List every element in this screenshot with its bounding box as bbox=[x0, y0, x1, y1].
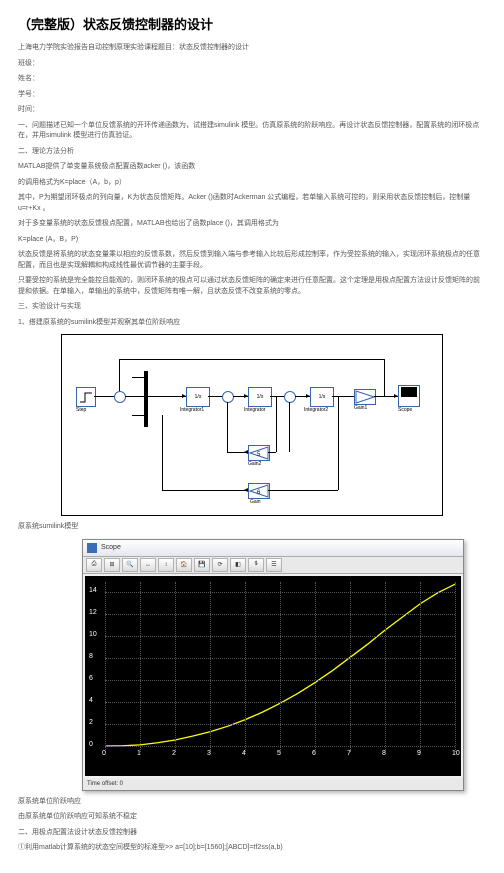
gain1-block bbox=[354, 389, 376, 405]
xtick-label: 4 bbox=[242, 750, 246, 757]
p6: 状态反馈是将系统的状态变量乘以相应的反馈系数，然后反馈到输入端与参考输入比较后形… bbox=[18, 250, 486, 271]
p11: ①利用matlab计算系统的状态空间模型的标准型>> a=[10];b=[156… bbox=[18, 843, 486, 854]
ytick-label: 14 bbox=[89, 587, 97, 594]
scope-window: Scope ⎙ ⊞ 🔍 ↔ ↕ 🏠 💾 ⟳ ◧ ⥮ ☰ 024681012140… bbox=[82, 539, 464, 791]
header-line: 上海电力学院实验报告自动控制原理实验课程题目：状态反馈控制器的设计 bbox=[18, 43, 486, 54]
sum-block-2 bbox=[222, 391, 234, 403]
p1: MATLAB提供了单变量系统极点配置函数acker ()，该函数 bbox=[18, 162, 486, 173]
ytick-label: 8 bbox=[89, 653, 93, 660]
p5: K=place (A，B，P) bbox=[18, 235, 486, 246]
autoscale-icon[interactable]: 🏠 bbox=[176, 558, 192, 572]
xtick-label: 5 bbox=[277, 750, 281, 757]
ytick-label: 4 bbox=[89, 697, 93, 704]
caption-response: 原系统单位阶跃响应 bbox=[18, 797, 486, 808]
meta-id: 学号： bbox=[18, 90, 486, 101]
restore-icon[interactable]: ⟳ bbox=[212, 558, 228, 572]
p9: 由原系统单位阶跃响应可知系统不稳定 bbox=[18, 812, 486, 823]
xtick-label: 8 bbox=[382, 750, 386, 757]
ytick-label: 0 bbox=[89, 741, 93, 748]
section-2: 二、理论方法分析 bbox=[18, 147, 486, 158]
ytick-label: 2 bbox=[89, 719, 93, 726]
integrator1-label: Integrator1 bbox=[180, 407, 204, 413]
scope-toolbar: ⎙ ⊞ 🔍 ↔ ↕ 🏠 💾 ⟳ ◧ ⥮ ☰ bbox=[83, 557, 463, 574]
zoom-y-icon[interactable]: ↕ bbox=[158, 558, 174, 572]
gain2-block: 5 bbox=[248, 445, 270, 461]
meta-class: 班级： bbox=[18, 59, 486, 70]
scope-app-icon bbox=[87, 543, 97, 553]
lock-icon[interactable]: ⥮ bbox=[248, 558, 264, 572]
step-label: Step bbox=[76, 407, 86, 413]
meta-time: 时间： bbox=[18, 105, 486, 116]
gain-block: 6 bbox=[248, 483, 270, 499]
sum-block-3 bbox=[284, 391, 296, 403]
scope-label: Scope bbox=[398, 407, 412, 413]
section-1: 一、问题描述已知一个单位反馈系统的开环传递函数为，试搭建simulink 模型。… bbox=[18, 121, 486, 142]
xtick-label: 2 bbox=[172, 750, 176, 757]
scope-plot: 02468101214012345678910 bbox=[85, 576, 461, 776]
print-icon[interactable]: ⎙ bbox=[86, 558, 102, 572]
section-3: 三、实验设计与实现 bbox=[18, 302, 486, 313]
gain1-label: Gain1 bbox=[354, 405, 367, 411]
params-icon[interactable]: ⊞ bbox=[104, 558, 120, 572]
p10: 二、用极点配置法设计状态反馈控制器 bbox=[18, 828, 486, 839]
zoom-in-icon[interactable]: 🔍 bbox=[122, 558, 138, 572]
meta-name: 姓名： bbox=[18, 74, 486, 85]
xtick-label: 0 bbox=[102, 750, 106, 757]
scope-title-text: Scope bbox=[101, 544, 121, 551]
p7: 只要受控的系统是完全能控且能观的，则闭环系统的极点可以通过状态反馈矩阵的确定来进… bbox=[18, 276, 486, 297]
mux-block bbox=[144, 371, 148, 427]
xtick-label: 1 bbox=[137, 750, 141, 757]
scope-titlebar: Scope bbox=[83, 540, 463, 557]
step-block bbox=[76, 387, 96, 407]
caption-model: 原系统sumilink模型 bbox=[18, 522, 486, 533]
integrator-block: 1/s bbox=[248, 387, 272, 407]
xtick-label: 10 bbox=[452, 750, 460, 757]
xtick-label: 7 bbox=[347, 750, 351, 757]
integrator2-block: 1/s bbox=[310, 387, 334, 407]
integrator1-block: 1/s bbox=[186, 387, 210, 407]
page-title: （完整版）状态反馈控制器的设计 bbox=[18, 14, 486, 33]
ytick-label: 10 bbox=[89, 631, 97, 638]
zoom-x-icon[interactable]: ↔ bbox=[140, 558, 156, 572]
gain-label: Gain bbox=[250, 499, 261, 505]
p4: 对于多变量系统的状态反馈极点配置，MATLAB也给出了函数place ()，其调… bbox=[18, 219, 486, 230]
sig-select-icon[interactable]: ☰ bbox=[266, 558, 282, 572]
gain2-label: Gain2 bbox=[248, 461, 261, 467]
scope-block bbox=[398, 385, 420, 407]
p2: 的调用格式为K=place（A，b，p） bbox=[18, 178, 486, 189]
scope-status: Time offset: 0 bbox=[83, 778, 463, 790]
simulink-diagram: Step 1/s Integrator1 1/s Integrator 1/s … bbox=[61, 334, 443, 516]
integrator-label: Integrator bbox=[244, 407, 265, 413]
p3: 其中，P为期望闭环极点的列向量，K为状态反馈矩阵。Acker ()函数时Acke… bbox=[18, 193, 486, 214]
p8: 1、搭建原系统的sumilink模型并观察其单位阶跃响应 bbox=[18, 318, 486, 329]
ytick-label: 6 bbox=[89, 675, 93, 682]
sum-block-1 bbox=[114, 391, 126, 403]
save-icon[interactable]: 💾 bbox=[194, 558, 210, 572]
xtick-label: 9 bbox=[417, 750, 421, 757]
ytick-label: 12 bbox=[89, 609, 97, 616]
integrator2-label: Integrator2 bbox=[304, 407, 328, 413]
xtick-label: 3 bbox=[207, 750, 211, 757]
xtick-label: 6 bbox=[312, 750, 316, 757]
float-icon[interactable]: ◧ bbox=[230, 558, 246, 572]
